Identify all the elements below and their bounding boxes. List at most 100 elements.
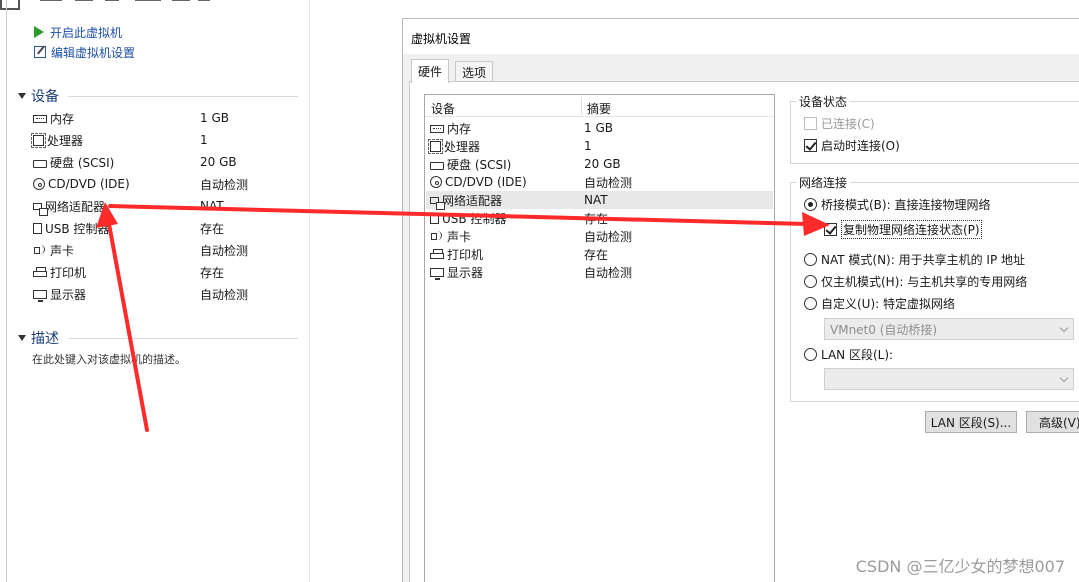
lan-segment-radio[interactable]: LAN 区段(L): [804, 346, 893, 363]
device-status-group [790, 101, 1079, 164]
nat-mode-label: NAT 模式(N): 用于共享主机的 IP 地址 [821, 253, 1026, 267]
network-adapter-icon [430, 196, 445, 210]
advanced-button[interactable]: 高级(V)... [1026, 411, 1079, 433]
list-item-name: 声卡 [447, 229, 472, 244]
list-item-usb-controller[interactable]: USB 控制器 存在 [426, 209, 773, 227]
list-item-summary: 存在 [584, 211, 609, 226]
hard-disk-icon [430, 161, 444, 170]
list-item-summary: 1 [584, 139, 592, 153]
printer-icon [430, 249, 444, 259]
list-item-display[interactable]: 显示器 自动检测 [426, 263, 773, 281]
device-row-memory[interactable]: 内存 1 GB [33, 109, 273, 127]
device-value: 1 GB [200, 111, 229, 125]
list-item-name: 打印机 [447, 247, 484, 262]
custom-network-radio[interactable]: 自定义(U): 特定虚拟网络 [804, 295, 955, 312]
list-item-name: 网络适配器 [442, 193, 503, 208]
network-connection-title: 网络连接 [796, 174, 851, 191]
device-row-processor[interactable]: 处理器 1 [31, 131, 273, 149]
dialog-title: 虚拟机设置 [411, 32, 472, 46]
custom-network-select-value: VMnet0 (自动桥接) [830, 322, 938, 337]
device-row-display[interactable]: 显示器 自动检测 [33, 285, 273, 303]
bridged-mode-radio[interactable]: 桥接模式(B): 直接连接物理网络 [804, 196, 990, 213]
list-item-summary: 自动检测 [584, 229, 633, 244]
cd-icon [430, 176, 442, 188]
devices-section-header[interactable]: 设备 [18, 87, 59, 105]
replicate-physical-state-checkbox[interactable]: 复制物理网络连接状态(P) [824, 220, 982, 239]
tab-options[interactable]: 选项 [455, 61, 494, 83]
device-name: 内存 [50, 111, 75, 126]
device-value: 自动检测 [200, 243, 249, 258]
lan-segments-button[interactable]: LAN 区段(S)... [925, 411, 1017, 433]
device-value: 20 GB [200, 155, 237, 169]
device-value: 存在 [200, 265, 225, 280]
edit-vm-settings-link[interactable]: 编辑虚拟机设置 [34, 44, 135, 60]
device-value: 自动检测 [200, 177, 249, 192]
connected-checkbox[interactable]: 已连接(C) [804, 115, 875, 132]
watermark: CSDN @三亿少女的梦想007 [855, 557, 1065, 576]
device-row-hard-disk[interactable]: 硬盘 (SCSI) 20 GB [33, 153, 273, 171]
memory-icon [33, 115, 47, 123]
device-name: USB 控制器 [45, 221, 110, 236]
description-section-header[interactable]: 描述 [18, 329, 59, 347]
dialog-titlebar: 虚拟机设置 [403, 19, 1079, 54]
replicate-physical-state-label: 复制物理网络连接状态(P) [841, 220, 982, 239]
display-icon [430, 267, 444, 280]
custom-network-select[interactable]: VMnet0 (自动桥接) [824, 318, 1074, 340]
chevron-down-icon [1059, 373, 1069, 383]
list-item-summary: 存在 [584, 247, 609, 262]
custom-network-label: 自定义(U): 特定虚拟网络 [821, 297, 956, 311]
nat-mode-radio[interactable]: NAT 模式(N): 用于共享主机的 IP 地址 [804, 251, 1025, 268]
description-placeholder[interactable]: 在此处键入对该虚拟机的描述。 [32, 351, 186, 367]
device-row-cd-dvd[interactable]: CD/DVD (IDE) 自动检测 [33, 175, 273, 193]
connect-on-power-on-checkbox[interactable]: 启动时连接(O) [804, 137, 900, 154]
lan-segment-radio-dot [804, 348, 817, 361]
list-item-summary: 自动检测 [584, 175, 633, 190]
list-item-summary: 20 GB [584, 157, 621, 171]
panel-title-remnant [0, 0, 310, 14]
device-name: 硬盘 (SCSI) [50, 155, 115, 170]
lan-segment-label: LAN 区段(L): [821, 348, 894, 362]
column-header-summary[interactable]: 摘要 [587, 100, 611, 117]
device-name: CD/DVD (IDE) [48, 177, 130, 191]
sound-icon [430, 230, 444, 242]
device-status-title: 设备状态 [796, 93, 851, 110]
host-only-mode-label: 仅主机模式(H): 与主机共享的专用网络 [821, 275, 1028, 289]
device-name: 声卡 [50, 243, 75, 258]
usb-icon [430, 212, 439, 224]
column-header-device[interactable]: 设备 [431, 100, 455, 117]
replicate-physical-state-checkbox-box [824, 223, 837, 236]
list-item-processor[interactable]: 处理器 1 [426, 137, 773, 155]
edit-settings-icon [34, 46, 46, 58]
description-section-title: 描述 [31, 331, 59, 347]
list-item-sound-card[interactable]: 声卡 自动检测 [426, 227, 773, 245]
tab-hardware[interactable]: 硬件 [411, 59, 450, 83]
chevron-down-icon [1059, 323, 1069, 333]
device-row-sound-card[interactable]: 声卡 自动检测 [33, 241, 273, 259]
lan-segment-select[interactable] [824, 368, 1074, 390]
device-list-header: 设备 摘要 [425, 95, 774, 117]
hard-disk-icon [33, 159, 47, 168]
list-item-name: 硬盘 (SCSI) [447, 157, 512, 172]
connect-on-power-on-label: 启动时连接(O) [821, 139, 900, 153]
list-item-cd-dvd[interactable]: CD/DVD (IDE) 自动检测 [426, 173, 773, 191]
device-name: 打印机 [50, 265, 87, 280]
device-list[interactable]: 设备 摘要 内存 1 GB 处理器 1 硬盘 (SCSI) 20 GB CD/D… [424, 94, 775, 582]
power-on-vm-label: 开启此虚拟机 [50, 25, 123, 40]
device-row-printer[interactable]: 打印机 存在 [33, 263, 273, 281]
list-item-memory[interactable]: 内存 1 GB [426, 119, 773, 137]
device-row-network-adapter[interactable]: 网络适配器 NAT [33, 197, 273, 216]
host-only-mode-radio-dot [804, 275, 817, 288]
display-icon [33, 289, 47, 302]
device-value: 自动检测 [200, 287, 249, 302]
list-item-name: 处理器 [444, 139, 481, 154]
power-on-vm-link[interactable]: 开启此虚拟机 [34, 24, 122, 40]
list-item-hard-disk[interactable]: 硬盘 (SCSI) 20 GB [426, 155, 773, 173]
connect-on-power-on-checkbox-box [804, 139, 817, 152]
vm-settings-dialog: 虚拟机设置 硬件 选项 设备 摘要 内存 1 GB 处理器 1 硬盘 (SCSI… [402, 18, 1079, 582]
bridged-mode-label: 桥接模式(B): 直接连接物理网络 [821, 198, 991, 212]
list-item-printer[interactable]: 打印机 存在 [426, 245, 773, 263]
device-row-usb-controller[interactable]: USB 控制器 存在 [33, 219, 273, 237]
cpu-icon [428, 138, 443, 154]
host-only-mode-radio[interactable]: 仅主机模式(H): 与主机共享的专用网络 [804, 273, 1027, 290]
list-item-network-adapter[interactable]: 网络适配器 NAT [426, 191, 773, 210]
